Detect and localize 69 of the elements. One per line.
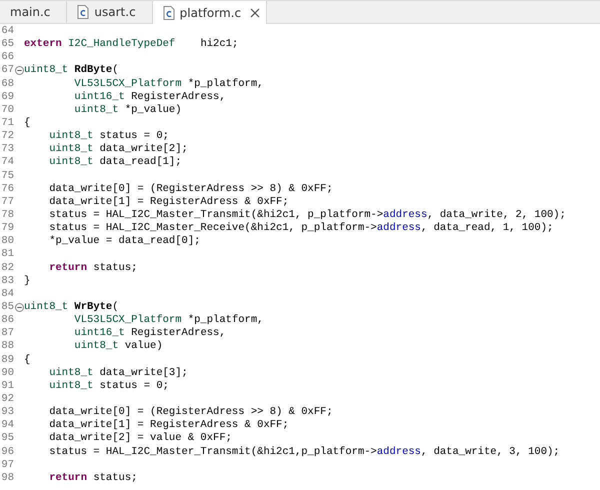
line-number: 79 <box>0 222 14 236</box>
code-line: status = HAL_I2C_Master_Transmit(&hi2c1, p_platform->address, data_write, 2, 100); <box>48 208 566 222</box>
line-number: 90 <box>0 366 14 380</box>
line-number: 84 <box>0 288 14 301</box>
line-number: 75 <box>0 170 14 183</box>
line-number: 93 <box>0 406 14 420</box>
line-number: 87 <box>0 327 14 340</box>
code-line: data_write[1] = RegisterAdress & 0xFF; <box>48 196 289 209</box>
line-number: 97 <box>0 458 14 472</box>
line-number: 86 <box>0 314 14 328</box>
editor-tab[interactable]: main.c <box>0 1 68 23</box>
line-number: 91 <box>0 380 14 393</box>
code-line: VL53L5CX_Platform *p_platform, <box>73 314 264 327</box>
code-line: return status; <box>48 262 138 275</box>
code-line: *p_value = data_read[0]; <box>48 235 200 248</box>
line-number: 82 <box>0 262 14 275</box>
line-number: 92 <box>0 392 14 406</box>
code-line: data_write[2] = value & 0xFF; <box>48 432 232 446</box>
code-line: uint8_t *p_value) <box>73 104 182 117</box>
code-line: uint8_t status = 0; <box>48 380 169 393</box>
code-line: data_write[1] = RegisterAdress & 0xFF; <box>48 419 289 432</box>
code-line: uint16_t RegisterAdress, <box>73 90 226 104</box>
code-line: return status; <box>48 472 138 485</box>
code-line: uint8_t RdByte( <box>24 64 119 78</box>
line-number: 89 <box>0 354 14 367</box>
line-number: 67 <box>0 64 14 78</box>
code-line: uint8_t data_read[1]; <box>48 156 182 170</box>
line-number: 76 <box>0 182 14 196</box>
line-number: 64 <box>0 25 14 38</box>
line-number: 71 <box>0 116 14 130</box>
line-number: 94 <box>0 419 14 432</box>
line-number: 95 <box>0 432 14 446</box>
code-line: { <box>24 116 30 130</box>
editor-tab[interactable]: platform.c <box>152 1 268 24</box>
code-line: } <box>24 274 30 288</box>
line-number: 68 <box>0 78 14 91</box>
code-line: uint8_t WrByte( <box>24 300 119 314</box>
code-line: data_write[0] = (RegisterAdress >> 8) & 0xFF; <box>48 406 333 419</box>
code-line: uint8_t value) <box>73 340 163 354</box>
line-number: 88 <box>0 340 14 354</box>
code-line: uint8_t data_write[2]; <box>48 143 188 156</box>
close-icon[interactable] <box>250 8 260 18</box>
line-number: 70 <box>0 104 14 117</box>
code-line: uint8_t data_write[3]; <box>48 366 188 380</box>
line-number: 73 <box>0 143 14 156</box>
line-number: 77 <box>0 196 14 209</box>
line-number: 98 <box>0 472 14 485</box>
line-number: 83 <box>0 274 14 288</box>
code-line: uint8_t status = 0; <box>48 130 169 143</box>
line-number: 81 <box>0 248 14 262</box>
code-line: uint16_t RegisterAdress, <box>73 327 226 340</box>
code-line: { <box>24 354 30 367</box>
line-number: 80 <box>0 235 14 248</box>
line-number: 65 <box>0 38 14 52</box>
code-line: data_write[0] = (RegisterAdress >> 8) & 0xFF; <box>48 182 333 196</box>
collapse-icon[interactable] <box>14 66 24 76</box>
line-number: 69 <box>0 90 14 104</box>
code-line: extern I2C_HandleTypeDef hi2c1; <box>24 38 238 52</box>
editor-tab[interactable]: usart.c <box>67 1 153 23</box>
code-line: status = HAL_I2C_Master_Receive(&hi2c1, p_platform->address, data_read, 1, 100); <box>48 222 554 235</box>
line-number: 85 <box>0 300 14 314</box>
collapse-icon[interactable] <box>14 303 24 312</box>
line-number: 96 <box>0 446 14 459</box>
code-line: status = HAL_I2C_Master_Transmit(&hi2c1,p_platform->address, data_write, 3, 100); <box>48 446 560 459</box>
line-number: 74 <box>0 156 14 170</box>
code-line: VL53L5CX_Platform *p_platform, <box>73 78 264 91</box>
line-number: 78 <box>0 208 14 222</box>
line-number: 66 <box>0 51 14 64</box>
line-number: 72 <box>0 130 14 144</box>
